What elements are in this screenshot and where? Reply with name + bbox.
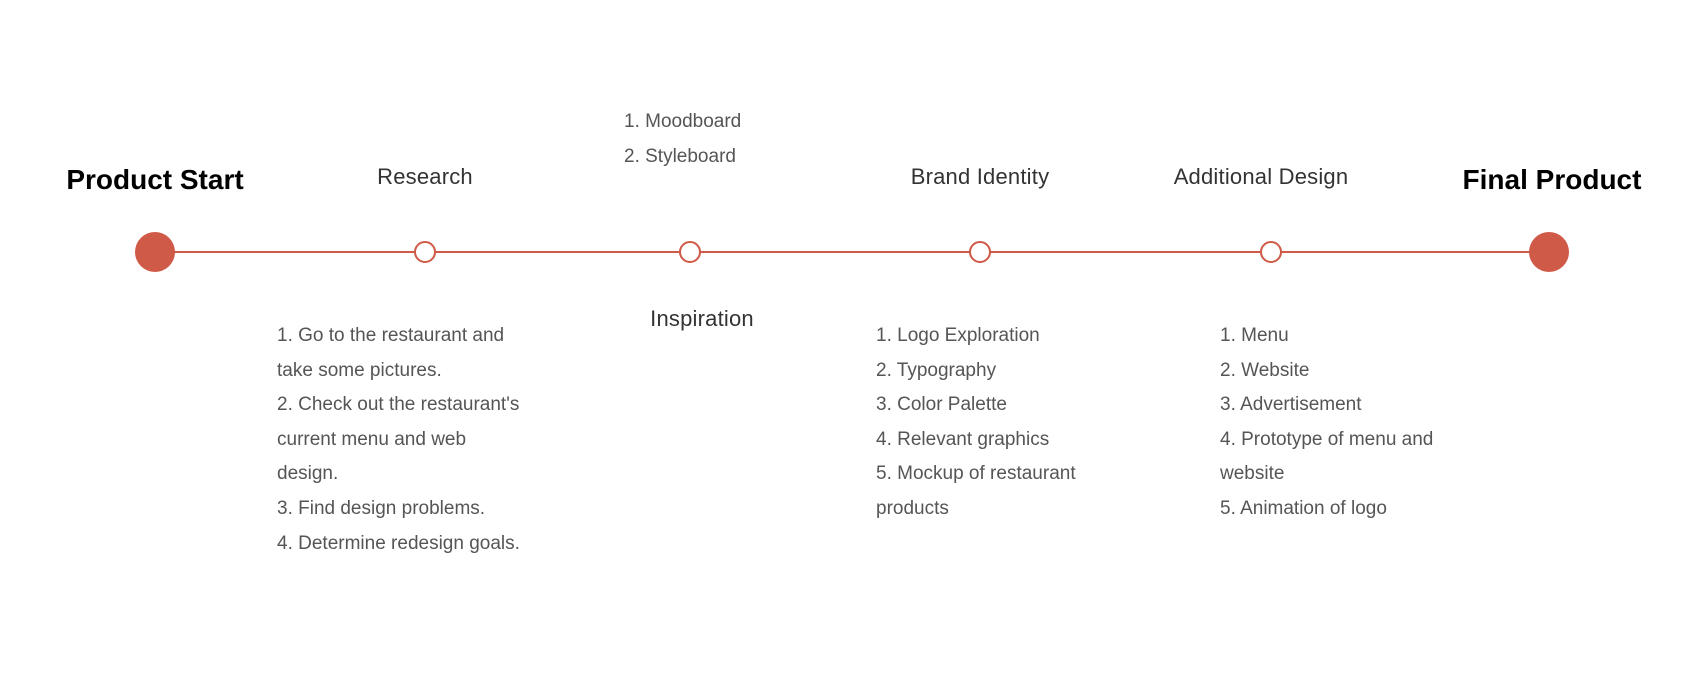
list-item: design. xyxy=(277,463,339,485)
end-label: Final Product xyxy=(1462,164,1642,195)
list-item: 2. Styleboard xyxy=(624,145,736,167)
list-item: 2. Check out the restaurant's xyxy=(277,394,520,416)
step-label-additional-design: Additional Design xyxy=(1173,164,1349,189)
step-label-research: Research xyxy=(377,164,473,189)
list-item: 4. Relevant graphics xyxy=(876,428,1050,450)
list-item: current menu and web xyxy=(277,428,467,450)
list-item: 4. Determine redesign goals. xyxy=(277,532,520,554)
brand-identity-node xyxy=(969,241,991,263)
list-item: 5. Animation of logo xyxy=(1220,497,1387,519)
step-label-inspiration: Inspiration xyxy=(650,306,754,331)
start-label: Product Start xyxy=(66,164,244,195)
list-item: 1. Moodboard xyxy=(624,111,742,132)
start-node xyxy=(135,232,175,272)
list-item: 1. Menu xyxy=(1220,325,1289,346)
research-node xyxy=(414,241,436,263)
list-item: 3. Find design problems. xyxy=(277,497,486,519)
research-list: 1. Go to the restaurant and take some pi… xyxy=(277,319,520,561)
list-item: 2. Typography xyxy=(876,359,997,381)
list-item: products xyxy=(876,497,949,519)
additional-design-node xyxy=(1260,241,1282,263)
list-item: 5. Mockup of restaurant xyxy=(876,463,1076,485)
additional-design-list: 1. Menu 2. Website 3. Advertisement 4. P… xyxy=(1220,319,1433,527)
list-item: 2. Website xyxy=(1220,359,1310,381)
timeline-line xyxy=(155,251,1549,253)
list-item: take some pictures. xyxy=(277,359,442,381)
end-node xyxy=(1529,232,1569,272)
brand-identity-list: 1. Logo Exploration 2. Typography 3. Col… xyxy=(876,319,1076,527)
list-item: 3. Advertisement xyxy=(1220,394,1362,416)
list-item: 3. Color Palette xyxy=(876,394,1007,416)
list-item: 4. Prototype of menu and xyxy=(1220,428,1434,450)
inspiration-node xyxy=(679,241,701,263)
list-item: 1. Go to the restaurant and xyxy=(277,325,505,346)
step-label-brand-identity: Brand Identity xyxy=(910,164,1050,189)
list-item: 1. Logo Exploration xyxy=(876,325,1040,346)
inspiration-list: 1. Moodboard 2. Styleboard xyxy=(624,105,741,174)
list-item: website xyxy=(1220,463,1285,485)
